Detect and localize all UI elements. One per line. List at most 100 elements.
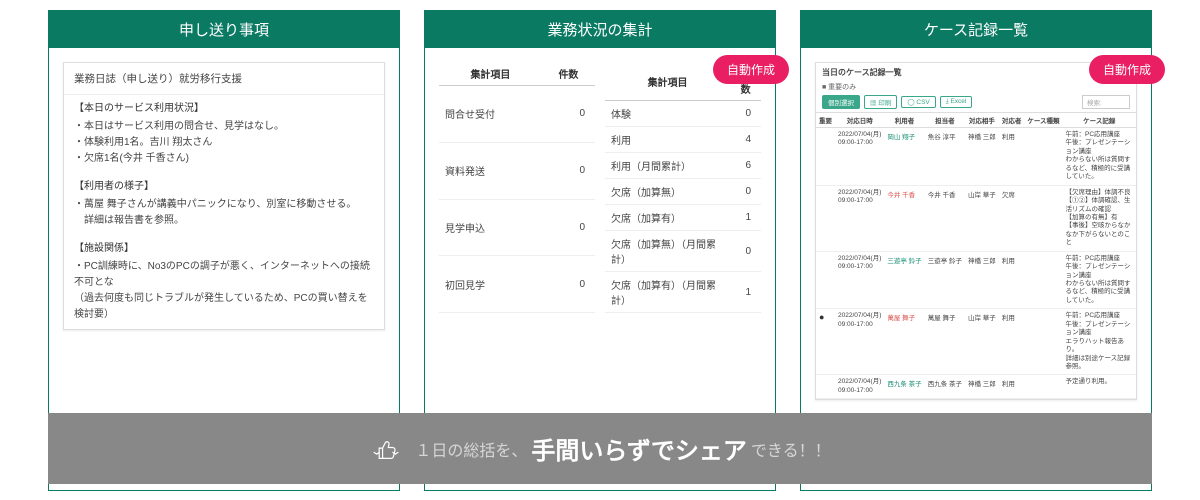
memo-block: 【本日のサービス利用状況】・本日はサービス利用の問合せ、見学はなし。・体験利用1… [64,95,384,173]
agg-head: 集計項目 [439,62,542,86]
case-cell: 午前：PC応用講座午後：プレゼンテーション講座わからない所は質問するなど、積極的… [1063,251,1137,309]
agg-cell: 1 [730,272,761,313]
case-cell [1024,185,1062,251]
case-tool-button[interactable]: 個別選択 [822,95,860,109]
agg-cell: 0 [542,199,595,256]
agg-cell: 0 [542,256,595,313]
agg-cell: 0 [542,86,595,143]
table-row: ●2022/07/04(月)09:00-17:00萬屋 舞子萬屋 舞子山岸 華子… [816,309,1136,375]
case-cell: 2022/07/04(月)09:00-17:00 [835,185,884,251]
agg-cell: 利用 [605,127,730,153]
agg-cell: 初回見学 [439,256,542,313]
table-row: 2022/07/04(月)09:00-17:00三遊亭 鈴子三遊亭 鈴子神橋 三… [816,251,1136,309]
agg-cell: 4 [730,127,761,153]
table-row: 欠席（加算無）（月間累計）0 [605,231,761,272]
table-row: 欠席（加算有）（月間累計）1 [605,272,761,313]
case-cell: ● [816,309,835,375]
case-cell: 西九条 茶子 [884,375,924,399]
table-row: 初回見学0 [439,256,595,313]
case-tool-button[interactable]: ▦ 印刷 [864,95,897,109]
auto-badge: 自動作成 [1089,55,1165,84]
card-title: ケース記録一覧 [801,11,1151,48]
case-cell: 午前：PC応用講座午後：プレゼンテーション講座わからない所は質問するなど、積極的… [1063,128,1137,186]
case-title: 当日のケース記録一覧 [816,63,1136,82]
memo-line: ・体験利用1名。吉川 翔太さん [74,135,374,151]
memo-line: ・欠席1名(今井 千香さん) [74,151,374,167]
case-cell [1024,309,1062,375]
search-input[interactable]: 検索: [1082,95,1130,109]
case-head: 対応日時 [835,113,884,128]
agg-cell: 欠席（加算無） [605,179,730,205]
case-head: 対応者 [999,113,1025,128]
table-row: 資料発送0 [439,142,595,199]
agg-cell: 0 [730,101,761,127]
case-cell: 岡山 翔子 [884,128,924,186]
agg-cell: 見学申込 [439,199,542,256]
case-cell: 欠席 [999,185,1025,251]
card-title: 業務状況の集計 [425,11,775,48]
summary-banner: １日の総括を、 手間いらずでシェア できる！！ [48,413,1152,484]
case-cell: 2022/07/04(月)09:00-17:00 [835,128,884,186]
memo-title: 業務日誌（申し送り）就労移行支援 [64,63,384,95]
memo-block: 【施設関係】・PC訓練時に、No3のPCの調子が悪く、インターネットへの接続不可… [64,235,384,329]
case-cell: 利用 [999,309,1025,375]
case-cell: 神橋 三郎 [965,375,999,399]
table-row: 利用4 [605,127,761,153]
table-row: 利用（月間累計）6 [605,153,761,179]
case-head: ケース記録 [1063,113,1137,128]
case-cell: 2022/07/04(月)09:00-17:00 [835,309,884,375]
agg-table-left: 集計項目件数問合せ受付0資料発送0見学申込0初回見学0 [439,62,595,313]
memo-heading: 【利用者の様子】 [74,179,374,195]
memo-heading: 【施設関係】 [74,241,374,257]
case-cell: 三遊亭 鈴子 [884,251,924,309]
agg-cell: 0 [542,142,595,199]
case-cell [816,185,835,251]
case-cell: 今井 千香 [925,185,965,251]
case-head: 担当者 [925,113,965,128]
agg-cell: 欠席（加算有） [605,205,730,231]
agg-cell: 1 [730,205,761,231]
case-tool-button[interactable]: ⤓ Excel [940,96,973,108]
case-cell: 萬屋 舞子 [884,309,924,375]
agg-cell: 体験 [605,101,730,127]
case-panel: 当日のケース記録一覧 ■ 重要のみ 個別選択 ▦ 印刷 ◯ CSV ⤓ Excel 検索… [815,62,1137,400]
agg-cell: 問合せ受付 [439,86,542,143]
table-row: 2022/07/04(月)09:00-17:00岡山 翔子魚谷 淳平神橋 三郎利… [816,128,1136,186]
case-head: 対応相手 [965,113,999,128]
case-cell [1024,251,1062,309]
case-cell: 午前：PC応用講座午後：プレゼンテーション講座エラりハット報告あり。詳細は別途ケ… [1063,309,1137,375]
table-row: 2022/07/04(月)09:00-17:00西九条 茶子西九条 茶子神橋 三… [816,375,1136,399]
case-head: 利用者 [884,113,924,128]
banner-pre: １日の総括を、 [415,437,527,461]
agg-head: 件数 [542,62,595,86]
thumbs-up-icon [369,432,403,466]
memo-panel: 業務日誌（申し送り）就労移行支援 【本日のサービス利用状況】・本日はサービス利用… [63,62,385,330]
case-subtitle: ■ 重要のみ [816,82,1136,95]
case-cell: 山岸 華子 [965,185,999,251]
memo-heading: 【本日のサービス利用状況】 [74,101,374,117]
case-tool-button[interactable]: ◯ CSV [901,96,935,108]
case-cell: 【欠席理由】体調不良【①②】体調確認、生活リズムの確認【加算の有無】有【事後】空… [1063,185,1137,251]
agg-head: 集計項目 [605,62,730,101]
memo-line: ・萬屋 舞子さんが講義中パニックになり、別室に移動させる。 [74,197,374,213]
table-row: 見学申込0 [439,199,595,256]
case-cell: 神橋 三郎 [965,128,999,186]
case-cell: 魚谷 淳平 [925,128,965,186]
case-cell: 利用 [999,375,1025,399]
table-row: 2022/07/04(月)09:00-17:00今井 千香今井 千香山岸 華子欠… [816,185,1136,251]
case-cell: 利用 [999,251,1025,309]
case-cell: 神橋 三郎 [965,251,999,309]
agg-table-right: 集計項目件数体験0利用4利用（月間累計）6欠席（加算無）0欠席（加算有）1欠席（… [605,62,761,313]
agg-cell: 資料発送 [439,142,542,199]
agg-cell: 利用（月間累計） [605,153,730,179]
table-row: 問合せ受付0 [439,86,595,143]
case-cell [816,128,835,186]
case-cell [1024,128,1062,186]
case-cell: 2022/07/04(月)09:00-17:00 [835,375,884,399]
case-cell: 三遊亭 鈴子 [925,251,965,309]
case-cell: 利用 [999,128,1025,186]
case-table: 重要対応日時利用者担当者対応相手対応者ケース種類ケース記録 2022/07/04… [816,112,1136,399]
case-cell: 山岸 華子 [965,309,999,375]
agg-cell: 0 [730,231,761,272]
case-cell [816,251,835,309]
